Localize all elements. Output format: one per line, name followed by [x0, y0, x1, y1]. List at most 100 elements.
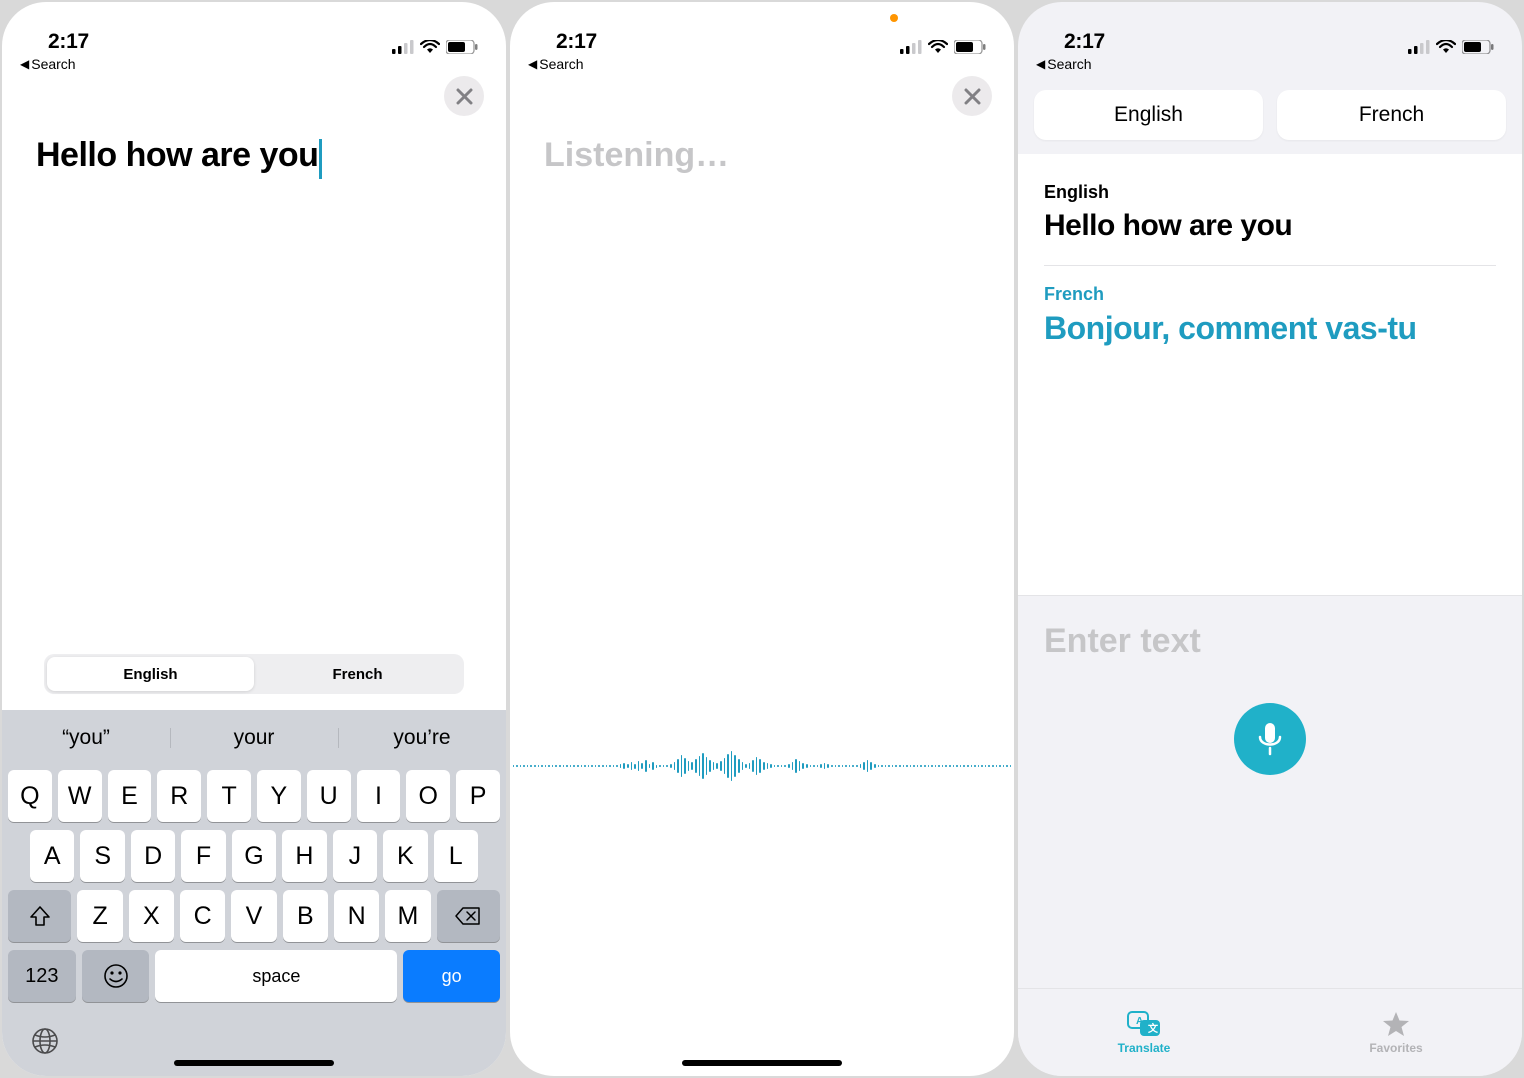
segment-english[interactable]: English [47, 657, 254, 691]
waveform-bar [742, 762, 744, 770]
waveform-bar [860, 764, 862, 768]
waveform-bar [731, 751, 733, 781]
key-o[interactable]: O [406, 770, 450, 822]
key-v[interactable]: V [231, 890, 276, 942]
waveform-bar [1003, 765, 1005, 767]
microphone-icon [1256, 721, 1284, 757]
waveform-bar [631, 762, 633, 770]
status-icons [392, 40, 478, 54]
waveform-bar [867, 760, 869, 772]
waveform-bar [978, 765, 980, 767]
waveform-bar [906, 765, 908, 767]
suggestion-3[interactable]: you’re [338, 726, 506, 750]
source-text: Hello how are you [1044, 209, 1496, 243]
waveform-bar [917, 765, 919, 767]
key-go[interactable]: go [403, 950, 500, 1002]
waveform-bar [516, 765, 518, 767]
close-button[interactable] [444, 76, 484, 116]
key-d[interactable]: D [131, 830, 175, 882]
tab-translate[interactable]: A文 Translate [1018, 989, 1270, 1076]
waveform-bar [688, 761, 690, 771]
key-r[interactable]: R [157, 770, 201, 822]
key-u[interactable]: U [307, 770, 351, 822]
status-bar: 2:17 [2, 2, 506, 56]
svg-text:A: A [1136, 1016, 1143, 1027]
key-numbers[interactable]: 123 [8, 950, 76, 1002]
waveform-bar [992, 765, 994, 767]
waveform-bar [852, 765, 854, 767]
key-emoji[interactable] [82, 950, 150, 1002]
waveform-bar [666, 765, 668, 767]
typed-text: Hello how are you [36, 136, 318, 175]
key-b[interactable]: B [283, 890, 328, 942]
key-m[interactable]: M [385, 890, 430, 942]
key-f[interactable]: F [181, 830, 225, 882]
text-input-area[interactable]: Hello how are you [2, 76, 506, 654]
key-k[interactable]: K [383, 830, 427, 882]
back-to-search[interactable]: ◀Search [1018, 56, 1522, 76]
key-i[interactable]: I [357, 770, 401, 822]
globe-key[interactable] [30, 1026, 60, 1056]
key-q[interactable]: Q [8, 770, 52, 822]
waveform-bar [931, 765, 933, 767]
mic-indicator-dot [890, 14, 898, 22]
waveform-bar [913, 765, 915, 767]
key-h[interactable]: H [282, 830, 326, 882]
key-w[interactable]: W [58, 770, 102, 822]
waveform-bar [745, 764, 747, 768]
waveform-bar [595, 765, 597, 767]
waveform-bar [713, 762, 715, 770]
key-n[interactable]: N [334, 890, 379, 942]
waveform-bar [756, 757, 758, 775]
suggestion-1[interactable]: “you” [2, 726, 170, 750]
key-a[interactable]: A [30, 830, 74, 882]
close-button[interactable] [952, 76, 992, 116]
waveform-bar [963, 765, 965, 767]
microphone-button[interactable] [1234, 703, 1306, 775]
waveform-bar [534, 765, 536, 767]
key-c[interactable]: C [180, 890, 225, 942]
waveform-bar [835, 765, 837, 767]
key-j[interactable]: J [333, 830, 377, 882]
waveform-bar [885, 765, 887, 767]
key-s[interactable]: S [80, 830, 124, 882]
tab-favorites[interactable]: Favorites [1270, 989, 1522, 1076]
translation-card: English Hello how are you French Bonjour… [1018, 154, 1522, 595]
waveform-bar [903, 765, 905, 767]
suggestion-2[interactable]: your [170, 726, 338, 750]
key-x[interactable]: X [129, 890, 174, 942]
key-z[interactable]: Z [77, 890, 122, 942]
key-l[interactable]: L [434, 830, 478, 882]
enter-text-placeholder[interactable]: Enter text [1044, 622, 1496, 661]
home-indicator[interactable] [174, 1060, 334, 1066]
waveform-bar [527, 765, 529, 767]
waveform-bar [609, 765, 611, 767]
waveform-bar [767, 763, 769, 769]
segment-french[interactable]: French [254, 657, 461, 691]
wifi-icon [420, 40, 440, 54]
suggestion-bar: “you” your you’re [2, 710, 506, 766]
translated-text: Bonjour, comment vas-tu [1044, 309, 1496, 347]
back-to-search[interactable]: ◀Search [2, 56, 506, 76]
waveform-bar [523, 765, 525, 767]
waveform-bar [584, 765, 586, 767]
waveform-bar [627, 764, 629, 768]
key-y[interactable]: Y [257, 770, 301, 822]
key-t[interactable]: T [207, 770, 251, 822]
key-p[interactable]: P [456, 770, 500, 822]
key-shift[interactable] [8, 890, 71, 942]
back-to-search[interactable]: ◀Search [510, 56, 1014, 76]
source-language-pill[interactable]: English [1034, 90, 1263, 140]
home-indicator[interactable] [682, 1060, 842, 1066]
waveform-bar [856, 765, 858, 767]
language-segmented-control[interactable]: English French [44, 654, 464, 694]
key-delete[interactable] [437, 890, 500, 942]
waveform-bar [709, 760, 711, 772]
waveform-bar [606, 765, 608, 767]
key-space[interactable]: space [155, 950, 397, 1002]
key-g[interactable]: G [232, 830, 276, 882]
target-language-pill[interactable]: French [1277, 90, 1506, 140]
waveform-bar [749, 763, 751, 769]
waveform-bar [928, 765, 930, 767]
key-e[interactable]: E [108, 770, 152, 822]
